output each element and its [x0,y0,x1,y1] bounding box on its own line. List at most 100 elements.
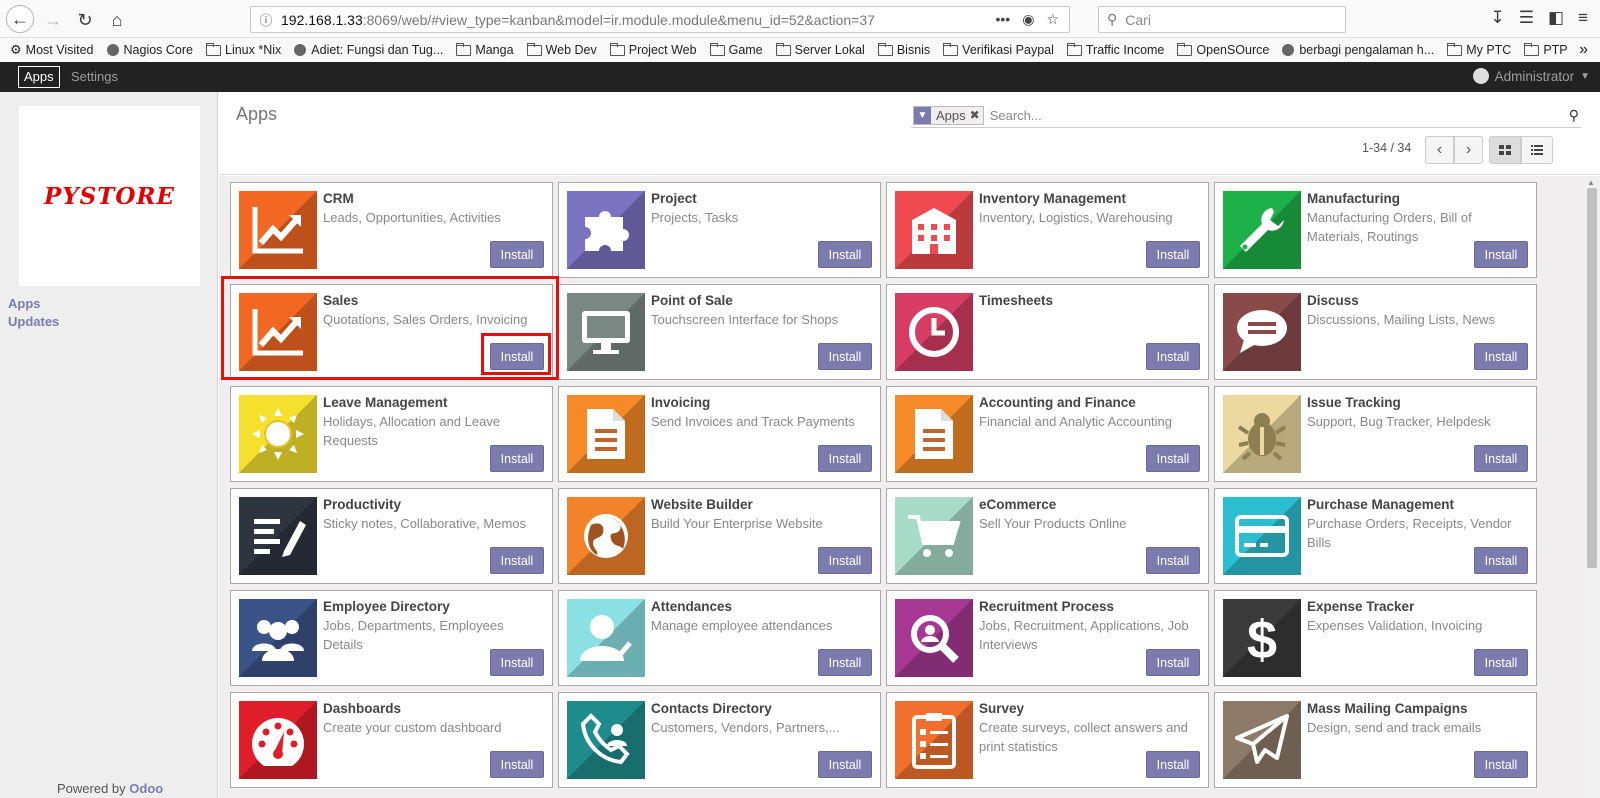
install-button[interactable]: Install [1474,343,1528,370]
app-card[interactable]: Sales Quotations, Sales Orders, Invoicing… [230,284,553,380]
bookmark-item[interactable]: Bisnis [877,42,930,57]
app-card[interactable]: Leave Management Holidays, Allocation and… [230,386,553,482]
pager-value[interactable]: 1-34 / 34 [1362,141,1411,155]
install-button[interactable]: Install [818,445,872,472]
install-button[interactable]: Install [1146,649,1200,676]
app-card[interactable]: Invoicing Send Invoices and Track Payment… [558,386,881,482]
folder-icon [456,42,472,56]
app-card[interactable]: Inventory Management Inventory, Logistics… [886,182,1209,278]
install-button[interactable]: Install [490,751,544,778]
bookmark-item[interactable]: Project Web [609,42,697,57]
install-button[interactable]: Install [490,445,544,472]
install-button[interactable]: Install [490,343,544,370]
browser-search-input[interactable]: ⚲ Cari [1098,6,1346,33]
bookmark-item[interactable]: Server Lokal [775,42,865,57]
bookmark-item[interactable]: berbagi pengalaman h... [1282,43,1434,57]
reload-icon[interactable]: ↻ [72,7,98,33]
bookmark-item[interactable]: OpenSOurce [1177,42,1269,57]
app-card[interactable]: Website Builder Build Your Enterprise Web… [558,488,881,584]
install-button[interactable]: Install [1474,445,1528,472]
vertical-scrollbar[interactable]: ▲ [1583,176,1600,798]
more-bookmarks-icon[interactable]: » [1579,41,1588,59]
back-arrow-icon[interactable]: ← [6,5,34,33]
list-view-button[interactable] [1521,136,1553,164]
app-card[interactable]: Manufacturing Manufacturing Orders, Bill … [1214,182,1537,278]
scroll-up-icon[interactable]: ▲ [1587,178,1595,187]
search-icon[interactable]: ⚲ [1569,107,1579,124]
install-button[interactable]: Install [1146,241,1200,268]
install-button[interactable]: Install [1146,445,1200,472]
nav-settings[interactable]: Settings [71,69,118,84]
app-card[interactable]: Mass Mailing Campaigns Design, send and t… [1214,692,1537,788]
install-button[interactable]: Install [490,547,544,574]
app-card[interactable]: Issue Tracking Support, Bug Tracker, Help… [1214,386,1537,482]
app-card[interactable]: Survey Create surveys, collect answers an… [886,692,1209,788]
install-button[interactable]: Install [490,241,544,268]
bookmark-item[interactable]: Web Dev [526,42,597,57]
bookmark-item[interactable]: Nagios Core [106,43,193,57]
search-input[interactable]: Search... [990,108,1042,123]
bookmark-item[interactable]: Game [709,42,763,57]
app-card[interactable]: Discuss Discussions, Mailing Lists, News I… [1214,284,1537,380]
app-card[interactable]: Contacts Directory Customers, Vendors, Pa… [558,692,881,788]
nav-apps[interactable]: Apps [18,66,60,88]
install-button[interactable]: Install [1474,751,1528,778]
pager-next-button[interactable]: › [1454,136,1483,164]
install-button[interactable]: Install [1474,241,1528,268]
bookmark-item[interactable]: Manga [456,42,514,57]
app-card[interactable]: eCommerce Sell Your Products Online Instal… [886,488,1209,584]
install-button[interactable]: Install [1146,751,1200,778]
install-button[interactable]: Install [1474,547,1528,574]
install-button[interactable]: Install [1146,343,1200,370]
download-icon[interactable]: ↧ [1491,8,1505,28]
sidebar-icon[interactable]: ◧ [1548,8,1564,28]
install-button[interactable]: Install [1146,547,1200,574]
user-menu[interactable]: Administrator ▼ [1472,68,1590,84]
install-button[interactable]: Install [818,751,872,778]
facet-remove-icon[interactable]: ✖ [970,108,983,122]
install-button[interactable]: Install [818,241,872,268]
bookmark-item[interactable]: Linux *Nix [206,42,281,57]
pocket-icon[interactable]: ◉ [1022,11,1034,28]
search-bar[interactable]: ▼ Apps ✖ Search... ⚲ [911,103,1581,128]
install-button[interactable]: Install [818,343,872,370]
forward-arrow-icon[interactable]: → [40,7,66,33]
app-card[interactable]: Employee Directory Jobs, Departments, Emp… [230,590,553,686]
page-actions-icon[interactable]: ••• [996,11,1011,28]
install-button[interactable]: Install [818,649,872,676]
install-button[interactable]: Install [818,547,872,574]
bookmark-item[interactable]: My PTC [1447,42,1511,57]
bookmark-item[interactable]: ⚙ Most Visited [10,42,94,58]
bookmark-item[interactable]: PTP [1524,42,1568,57]
info-icon[interactable]: ⓘ [251,10,281,29]
app-card[interactable]: Purchase Management Purchase Orders, Rece… [1214,488,1537,584]
chart-up-icon [239,293,317,371]
url-bar[interactable]: ⓘ 192.168.1.33:8069/web/#view_type=kanba… [250,6,1070,33]
app-card[interactable]: Recruitment Process Jobs, Recruitment, Ap… [886,590,1209,686]
install-button[interactable]: Install [490,649,544,676]
app-card[interactable]: CRM Leads, Opportunities, Activities Insta… [230,182,553,278]
sidebar-item-updates[interactable]: Updates [8,314,59,329]
app-card[interactable]: $ Expense Tracker Expenses Validation, Inv… [1214,590,1537,686]
scrollbar-thumb[interactable] [1587,188,1597,568]
menu-icon[interactable]: ≡ [1578,8,1588,28]
bookmark-item[interactable]: Adiet: Fungsi dan Tug... [294,43,443,57]
install-button[interactable]: Install [1474,649,1528,676]
home-icon[interactable]: ⌂ [104,7,130,33]
bookmark-star-icon[interactable]: ☆ [1046,11,1059,28]
app-card[interactable]: Attendances Manage employee attendances In… [558,590,881,686]
kanban-view-button[interactable] [1489,136,1521,164]
app-summary: Customers, Vendors, Partners,... [651,720,840,735]
app-card[interactable]: Project Projects, Tasks Install [558,182,881,278]
sidebar-item-apps[interactable]: Apps [8,296,41,311]
library-icon[interactable]: ☰ [1519,8,1534,28]
app-card[interactable]: Point of Sale Touchscreen Interface for S… [558,284,881,380]
odoo-link[interactable]: Odoo [129,781,163,796]
bookmark-item[interactable]: Traffic Income [1066,42,1164,57]
bookmark-item[interactable]: Verifikasi Paypal [943,42,1054,57]
app-card[interactable]: Accounting and Finance Financial and Anal… [886,386,1209,482]
pager-previous-button[interactable]: ‹ [1425,136,1454,164]
app-card[interactable]: Dashboards Create your custom dashboard In… [230,692,553,788]
app-card[interactable]: Productivity Sticky notes, Collaborative,… [230,488,553,584]
app-card[interactable]: Timesheets Install [886,284,1209,380]
